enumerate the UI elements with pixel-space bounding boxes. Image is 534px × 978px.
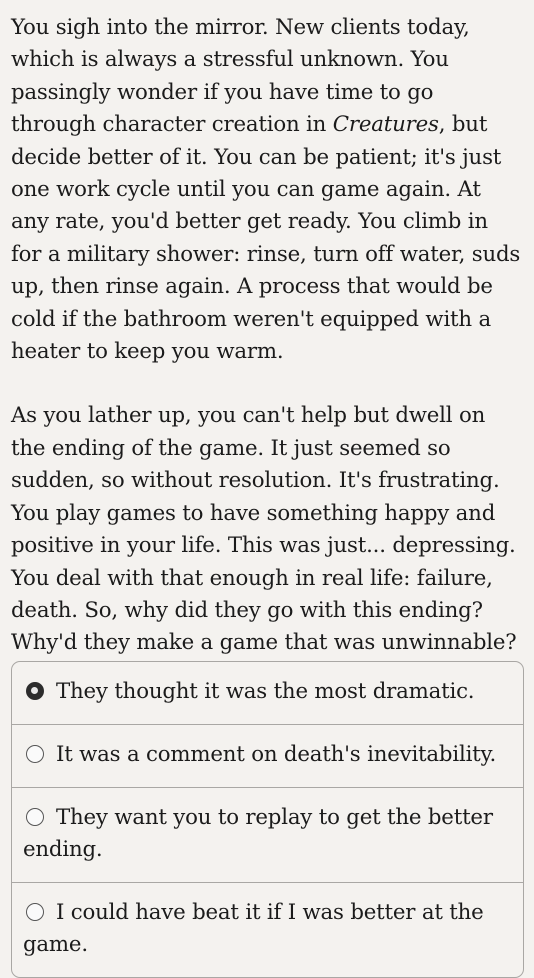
choice-option-1[interactable]: They thought it was the most dramatic. — [12, 662, 523, 724]
choice-list: They thought it was the most dramatic. I… — [11, 661, 524, 978]
choice-option-4[interactable]: I could have beat it if I was better at … — [12, 882, 523, 977]
radio-unselected-icon[interactable] — [26, 745, 44, 763]
radio-unselected-icon[interactable] — [26, 808, 44, 826]
story-paragraph-1: You sigh into the mirror. New clients to… — [11, 12, 522, 368]
story-paragraph-1-end: , but decide better of it. You can be pa… — [11, 112, 521, 365]
choice-label: They thought it was the most dramatic. — [56, 679, 475, 704]
story-text: You sigh into the mirror. New clients to… — [0, 0, 534, 660]
radio-selected-icon[interactable] — [26, 682, 44, 700]
game-title: Creatures — [332, 112, 439, 138]
radio-unselected-icon[interactable] — [26, 903, 44, 921]
choice-label: They want you to replay to get the bette… — [23, 805, 493, 862]
choice-label: It was a comment on death's inevitabilit… — [56, 742, 497, 767]
choice-option-2[interactable]: It was a comment on death's inevitabilit… — [12, 724, 523, 787]
story-paragraph-2: As you lather up, you can't help but dwe… — [11, 403, 517, 656]
choice-label: I could have beat it if I was better at … — [23, 900, 484, 957]
choice-option-3[interactable]: They want you to replay to get the bette… — [12, 787, 523, 882]
